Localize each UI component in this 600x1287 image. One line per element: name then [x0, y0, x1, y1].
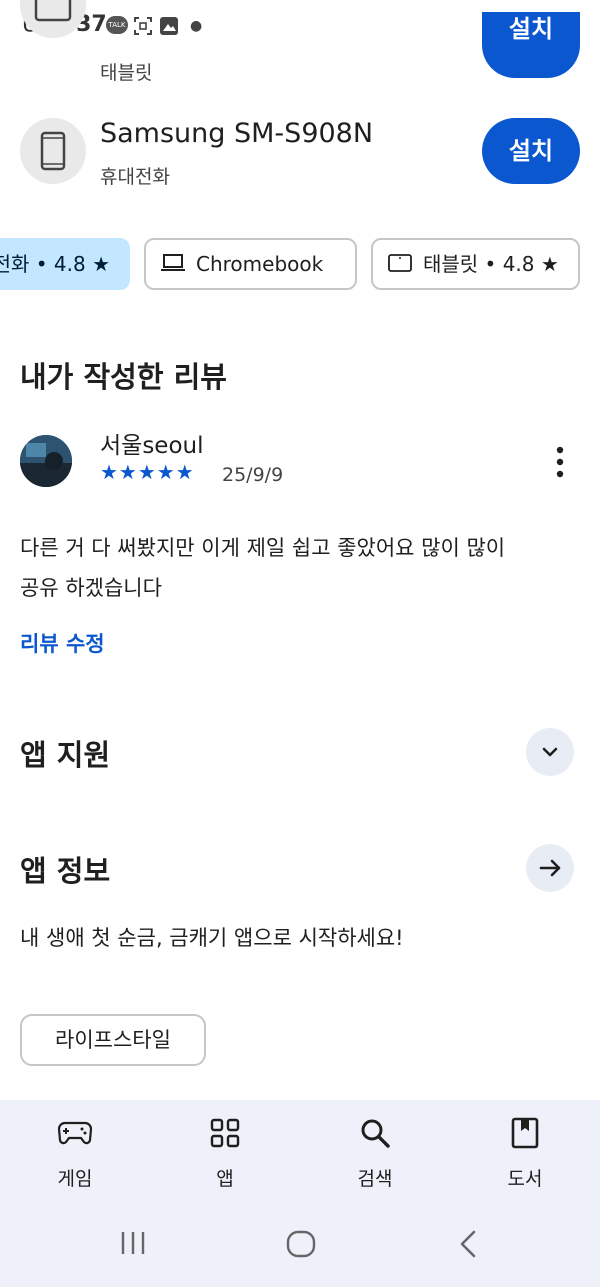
nav-books-label: 도서 [507, 1168, 543, 1190]
device-type-phone: 휴대전화 [100, 166, 170, 188]
review-text-line2: 공유 하겠습니다 [20, 576, 162, 600]
review-author: 서울seoul [100, 433, 204, 459]
app-info-title: 앱 정보 [20, 854, 111, 888]
app-support-title: 앱 지원 [20, 738, 111, 772]
kakaotalk-icon: TALK [106, 16, 128, 34]
nav-search[interactable]: 검색 [320, 1112, 430, 1191]
phone-device-icon [20, 118, 86, 184]
review-date: 25/9/9 [222, 464, 284, 486]
chip-chromebook-label: Chromebook [196, 252, 324, 276]
laptop-icon [160, 242, 186, 290]
chevron-down-icon [542, 747, 558, 757]
nav-games[interactable]: 게임 [20, 1112, 130, 1191]
review-text: 다른 거 다 써봤지만 이게 제일 쉽고 좋았어요 많이 많이 공유 하겠습니다 [20, 528, 590, 608]
nav-apps-label: 앱 [216, 1168, 234, 1190]
avatar [20, 435, 72, 487]
notification-dot: ● [190, 18, 203, 34]
nav-books[interactable]: 도서 [470, 1112, 580, 1191]
apps-grid-icon [170, 1112, 280, 1152]
home-icon[interactable] [285, 1228, 317, 1268]
device-name: Samsung SM-S908N [100, 118, 374, 149]
device-type-tablet: 태블릿 [100, 62, 153, 84]
chip-chromebook[interactable]: Chromebook [144, 238, 357, 290]
nav-apps[interactable]: 앱 [170, 1112, 280, 1191]
recent-apps-icon[interactable] [118, 1228, 148, 1266]
nav-search-label: 검색 [357, 1168, 393, 1190]
review-stars: ★★★★★ [100, 460, 195, 484]
gallery-icon [158, 16, 180, 36]
more-options-icon[interactable] [546, 444, 574, 480]
tablet-device-icon [20, 0, 86, 38]
nav-games-label: 게임 [57, 1168, 93, 1190]
category-chip[interactable]: 라이프스타일 [20, 1014, 206, 1066]
arrow-right-icon [539, 859, 561, 877]
back-icon[interactable] [454, 1228, 484, 1268]
app-info-button[interactable] [526, 844, 574, 892]
chip-tablet[interactable]: 태블릿 • 4.8 ★ [371, 238, 580, 290]
install-button-tablet[interactable]: 설치 [482, 12, 580, 78]
tablet-icon [387, 242, 413, 290]
book-icon [470, 1112, 580, 1152]
edit-review-link[interactable]: 리뷰 수정 [20, 628, 105, 658]
search-icon [320, 1112, 430, 1152]
expand-app-support-button[interactable] [526, 728, 574, 776]
my-review-title: 내가 작성한 리뷰 [20, 360, 227, 394]
gamepad-icon [20, 1112, 130, 1152]
screenshot-icon [132, 16, 154, 36]
chip-phone[interactable]: 전화 • 4.8 ★ [0, 238, 130, 290]
app-description: 내 생애 첫 순금, 금캐기 앱으로 시작하세요! [20, 926, 404, 950]
review-text-line1: 다른 거 다 써봤지만 이게 제일 쉽고 좋았어요 많이 많이 [20, 536, 506, 560]
install-button-phone[interactable]: 설치 [482, 118, 580, 184]
chip-tablet-label: 태블릿 • 4.8 ★ [423, 252, 559, 276]
